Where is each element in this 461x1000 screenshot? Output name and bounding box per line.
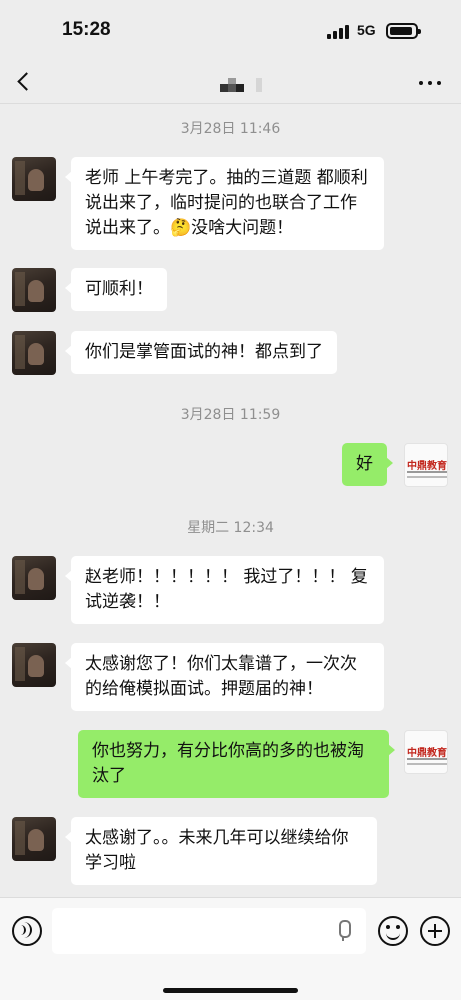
status-time: 15:28	[62, 19, 111, 40]
message-text: 你们是掌管面试的神！都点到了	[85, 342, 323, 362]
brand-logo-line	[407, 758, 447, 760]
home-indicator[interactable]	[163, 988, 298, 993]
message-text: 好	[356, 454, 373, 474]
message-bubble-outgoing[interactable]: 好	[342, 443, 393, 486]
message-bubble[interactable]: 老师 上午考完了。抽的三道题 都顺利说出来了，临时提问的也联合了工作说出来了。🤔…	[65, 157, 384, 250]
message-text: 赵老师！！！！！！ 我过了！！！ 复试逆袭！！	[85, 567, 368, 612]
brand-avatar[interactable]: 中鼎教育	[404, 443, 448, 487]
more-dots-icon[interactable]	[416, 73, 444, 93]
message-bubble-outgoing[interactable]: 你也努力，有分比你高的多的也被淘汰了	[78, 730, 395, 798]
timestamp: 星期二 12:34	[187, 520, 274, 536]
brand-logo-text: 中鼎教育	[407, 461, 447, 472]
network-type: 5G	[357, 22, 376, 38]
battery-icon	[386, 23, 421, 39]
brand-logo-text: 中鼎教育	[407, 748, 447, 759]
message-bubble[interactable]: 太感谢您了！你们太靠谱了，一次次的给俺模拟面试。押题届的神！	[65, 643, 384, 711]
brand-logo-line	[407, 476, 447, 478]
microphone-icon[interactable]	[337, 920, 351, 942]
plus-icon[interactable]	[420, 916, 450, 946]
contact-name-pixelated	[220, 74, 268, 96]
message-text: 可顺利！	[85, 279, 153, 299]
chat-header	[0, 62, 461, 104]
brand-logo-line	[407, 763, 447, 765]
timestamp: 3月28日 11:59	[180, 407, 281, 423]
message-text: 你也努力，有分比你高的多的也被淘汰了	[92, 741, 364, 786]
signal-icon	[327, 25, 351, 39]
status-bar: 15:28 5G	[0, 0, 461, 62]
thinking-emoji: 🤔	[170, 218, 192, 238]
contact-avatar[interactable]	[12, 157, 56, 201]
voice-icon[interactable]	[12, 916, 42, 946]
emoji-icon[interactable]	[378, 916, 408, 946]
message-input[interactable]	[52, 908, 366, 954]
contact-avatar[interactable]	[12, 331, 56, 375]
contact-avatar[interactable]	[12, 817, 56, 861]
back-icon[interactable]	[12, 70, 42, 96]
message-bubble[interactable]: 可顺利！	[65, 268, 167, 311]
contact-avatar[interactable]	[12, 556, 56, 600]
contact-avatar[interactable]	[12, 268, 56, 312]
brand-avatar[interactable]: 中鼎教育	[404, 730, 448, 774]
timestamp: 3月28日 11:46	[180, 121, 281, 137]
message-bubble[interactable]: 你们是掌管面试的神！都点到了	[65, 331, 337, 374]
message-text: 太感谢您了！你们太靠谱了，一次次的给俺模拟面试。押题届的神！	[85, 654, 357, 699]
input-bar	[0, 897, 461, 1000]
brand-logo-line	[407, 471, 447, 473]
message-bubble[interactable]: 赵老师！！！！！！ 我过了！！！ 复试逆袭！！	[65, 556, 384, 624]
message-text: 没啥大问题！	[191, 218, 294, 238]
message-text: 太感谢了。。未来几年可以继续给你学习啦	[85, 828, 349, 873]
message-bubble[interactable]: 太感谢了。。未来几年可以继续给你学习啦	[65, 817, 377, 885]
contact-avatar[interactable]	[12, 643, 56, 687]
